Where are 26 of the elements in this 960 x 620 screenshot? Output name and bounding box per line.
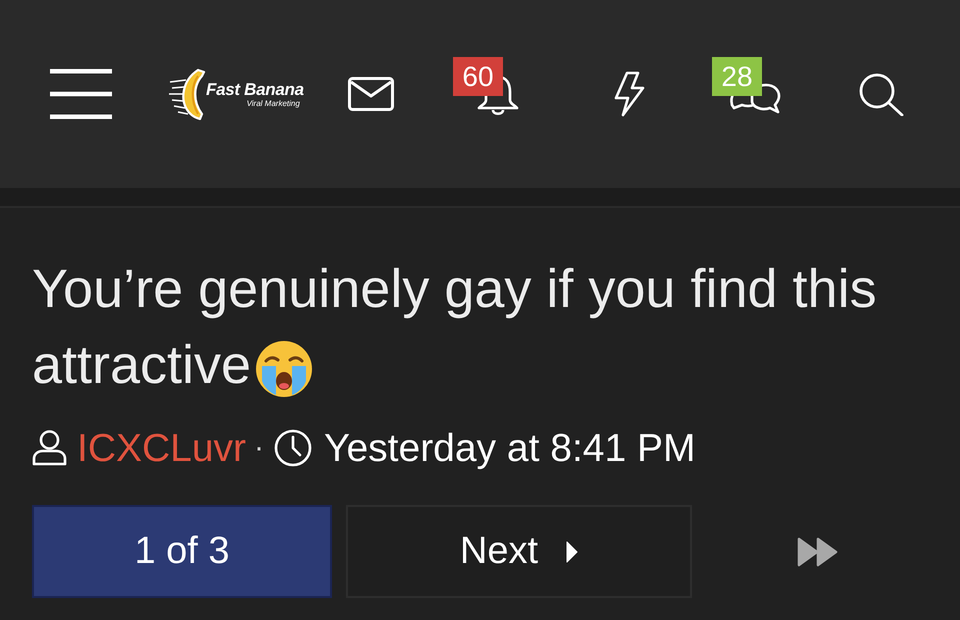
fast-forward-icon [797, 536, 838, 566]
clock-icon [274, 429, 312, 467]
lightning-bolt-icon [613, 71, 645, 117]
author-link[interactable]: ICXCLuvr [77, 428, 246, 468]
whats-new-button[interactable] [613, 71, 645, 117]
caret-right-icon [566, 540, 578, 562]
crying-face-emoji-icon [254, 339, 314, 399]
user-icon [32, 430, 67, 466]
menu-icon [50, 69, 112, 119]
post-time-link[interactable]: Yesterday at 8:41 PM [324, 428, 696, 468]
search-icon [858, 72, 904, 116]
last-page-button[interactable] [797, 536, 838, 566]
next-page-button[interactable]: Next [346, 505, 692, 598]
separator-dot: · [254, 433, 264, 463]
thread-title: You’re genuinely gay if you find this [32, 258, 877, 321]
thread-title: attractive [32, 334, 252, 397]
alerts-button[interactable]: 60 [453, 57, 520, 117]
site-logo-link[interactable]: Fast Banana Viral Marketing [168, 68, 310, 120]
envelope-icon [348, 77, 394, 111]
count-badge: 28 [712, 57, 762, 96]
inbox-button[interactable] [348, 77, 394, 111]
count-badge: 60 [453, 57, 503, 96]
page-selector-button[interactable]: 1 of 3 [32, 505, 332, 598]
search-button[interactable] [858, 72, 904, 116]
banana-icon [168, 68, 208, 120]
menu-button[interactable] [50, 69, 112, 119]
